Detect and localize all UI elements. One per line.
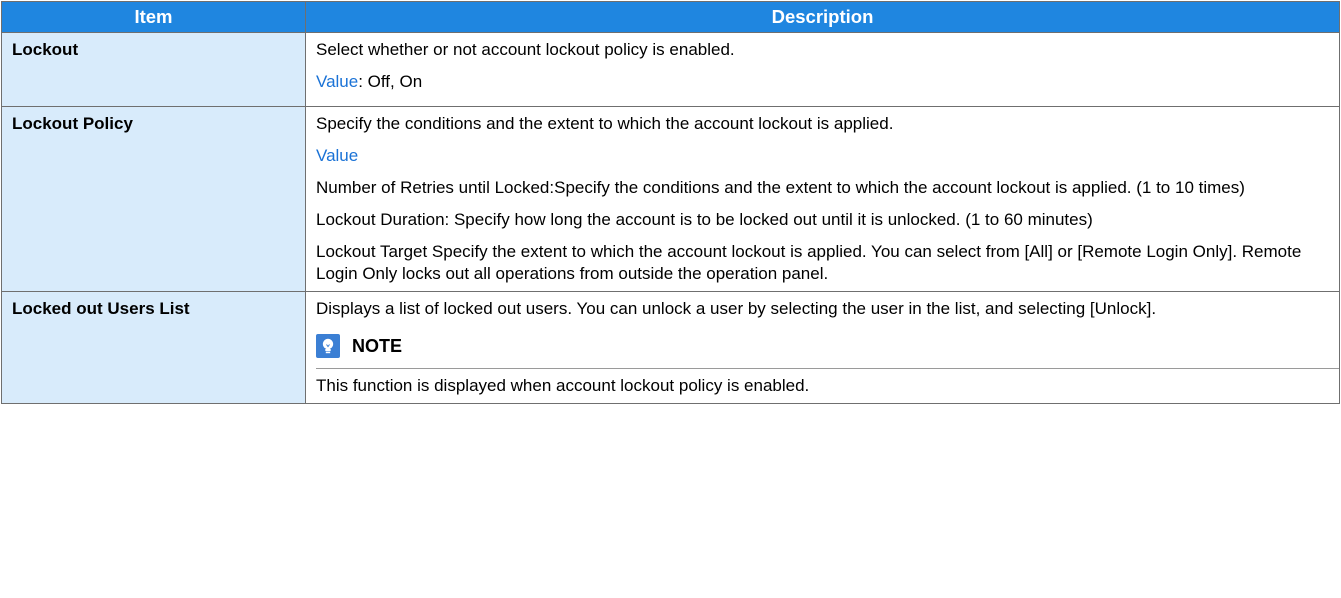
retries-text: Number of Retries until Locked:Specify t… <box>316 178 1245 197</box>
description-text: Displays a list of locked out users. You… <box>316 299 1157 318</box>
column-header-description: Description <box>305 1 1340 33</box>
column-header-item: Item <box>1 1 306 33</box>
value-label: Value <box>316 146 359 165</box>
value-line: Value: Off, On <box>316 71 1329 93</box>
target-text: Lockout Target Specify the extent to whi… <box>316 242 1302 283</box>
item-cell: Lockout Policy <box>1 106 306 292</box>
description-text: Select whether or not account lockout po… <box>316 40 735 59</box>
description-cell: Specify the conditions and the extent to… <box>305 106 1340 292</box>
value-options: : Off, On <box>358 72 423 91</box>
description-text: Specify the conditions and the extent to… <box>316 114 894 133</box>
table-header-row: Item Description <box>1 1 1340 33</box>
note-heading: NOTE <box>316 334 1329 358</box>
settings-table: Item Description Lockout Select whether … <box>1 1 1340 404</box>
item-cell: Lockout <box>1 32 306 107</box>
note-title: NOTE <box>352 336 403 356</box>
description-cell: Displays a list of locked out users. You… <box>305 291 1340 404</box>
table-row: Lockout Select whether or not account lo… <box>1 32 1340 107</box>
table-row: Locked out Users List Displays a list of… <box>1 291 1340 404</box>
value-label: Value <box>316 72 359 91</box>
table-row: Lockout Policy Specify the conditions an… <box>1 106 1340 292</box>
description-cell: Select whether or not account lockout po… <box>305 32 1340 107</box>
item-cell: Locked out Users List <box>1 291 306 404</box>
note-text: This function is displayed when account … <box>316 376 810 395</box>
note-divider <box>316 368 1339 369</box>
lightbulb-note-icon <box>316 334 340 358</box>
duration-text: Lockout Duration: Specify how long the a… <box>316 210 1093 229</box>
